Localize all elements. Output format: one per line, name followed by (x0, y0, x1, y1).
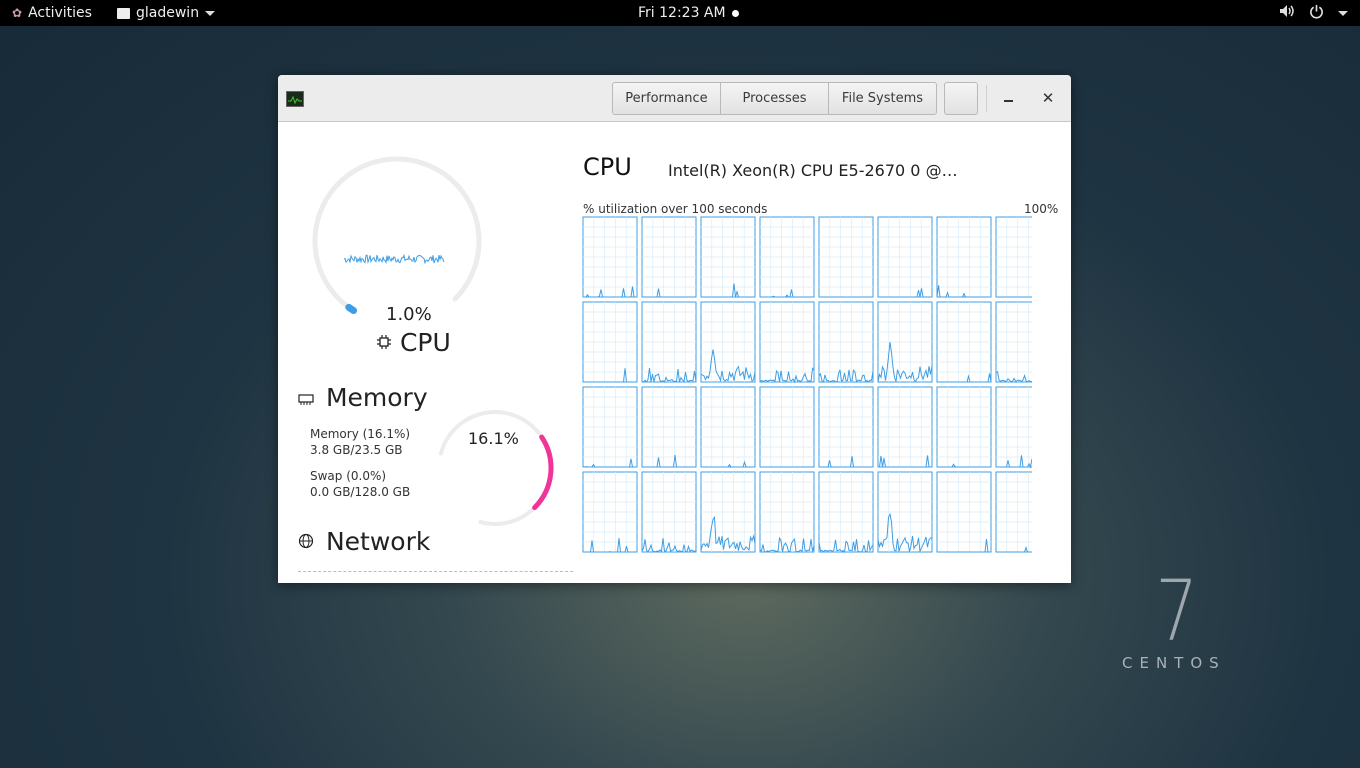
memory-usage-label: Memory (16.1%) (310, 427, 411, 441)
per-core-cpu-graphs (582, 216, 1032, 553)
close-button[interactable]: ✕ (1035, 85, 1061, 111)
memory-gauge-fill (532, 434, 554, 511)
core-graph (877, 216, 933, 298)
cpu-gauge-track (312, 156, 482, 314)
core-graph (818, 216, 874, 298)
memory-usage-value: 3.8 GB/23.5 GB (310, 443, 403, 457)
system-monitor-icon (286, 91, 304, 107)
cpu-section-title[interactable]: CPU (376, 328, 451, 357)
core-graph (995, 471, 1032, 553)
gnome-foot-icon: ✿ (12, 6, 23, 20)
view-switcher: Performance Processes File Systems (612, 82, 937, 115)
tab-performance[interactable]: Performance (612, 82, 721, 115)
core-graph (877, 301, 933, 383)
app-menu[interactable]: gladewin (117, 0, 216, 26)
header-bar: Performance Processes File Systems ✕ (278, 75, 1071, 122)
core-graph (641, 471, 697, 553)
utilization-caption: % utilization over 100 seconds (583, 202, 768, 216)
cpu-sparkline (343, 253, 445, 265)
core-graph (936, 301, 992, 383)
core-graph (700, 216, 756, 298)
core-graph (582, 301, 638, 383)
core-graph (877, 471, 933, 553)
core-graph (936, 216, 992, 298)
core-graph (877, 386, 933, 468)
system-monitor-window: Performance Processes File Systems ✕ 1.0… (278, 75, 1071, 583)
clock[interactable]: Fri 12:23 AM (638, 0, 739, 26)
power-icon (1309, 4, 1324, 23)
core-graph (700, 471, 756, 553)
section-divider (298, 571, 573, 572)
core-graph (818, 471, 874, 553)
chip-icon (376, 328, 400, 357)
system-menu[interactable] (1279, 0, 1348, 26)
network-section-title[interactable]: Network (298, 527, 431, 556)
core-graph (759, 471, 815, 553)
volume-icon (1279, 4, 1295, 22)
memory-section-title[interactable]: Memory (298, 383, 428, 412)
core-graph (995, 386, 1032, 469)
core-graph (641, 386, 697, 468)
menu-button[interactable] (944, 82, 978, 115)
close-icon: ✕ (1041, 89, 1055, 107)
cpu-gauge-fill (345, 303, 358, 315)
minimize-icon (1003, 100, 1013, 102)
globe-icon (298, 527, 326, 556)
top-bar: ✿ Activities gladewin Fri 12:23 AM (0, 0, 1360, 26)
core-graph (582, 386, 638, 468)
clock-label: Fri 12:23 AM (638, 5, 726, 21)
core-graph (641, 301, 697, 383)
memory-title-label: Memory (325, 383, 428, 412)
cpu-model-name: Intel(R) Xeon(R) CPU E5-2670 0 @… (668, 161, 958, 180)
tab-processes[interactable]: Processes (720, 82, 829, 115)
cpu-panel-heading: CPU (583, 153, 632, 181)
notification-dot-icon (731, 9, 739, 17)
core-graph (936, 386, 992, 468)
core-graph (641, 216, 697, 298)
app-icon (117, 7, 130, 19)
utilization-max: 100% (1024, 202, 1059, 216)
core-graph (759, 301, 815, 384)
core-graph (700, 301, 756, 383)
swap-usage-value: 0.0 GB/128.0 GB (310, 485, 411, 499)
core-graph (582, 216, 638, 298)
activities-label: Activities (28, 5, 92, 21)
app-menu-label: gladewin (136, 5, 200, 21)
core-graph (818, 386, 874, 468)
core-graph (818, 301, 874, 383)
chevron-down-icon (205, 10, 216, 16)
tab-file-systems[interactable]: File Systems (828, 82, 937, 115)
core-graph (759, 216, 815, 298)
chevron-down-icon (1338, 10, 1348, 16)
core-graph (582, 471, 638, 553)
swap-usage-label: Swap (0.0%) (310, 469, 387, 483)
centos-logo-number: 7 (1155, 562, 1199, 660)
core-graph (700, 386, 756, 468)
memory-icon (298, 383, 326, 412)
core-graph (936, 471, 992, 553)
network-title-label: Network (325, 527, 431, 556)
core-graph (995, 216, 1032, 298)
minimize-button[interactable] (995, 85, 1021, 111)
centos-logo-word: CENTOS (1122, 654, 1226, 672)
core-graph (995, 301, 1032, 383)
cpu-title-label: CPU (399, 328, 451, 357)
core-graph (759, 386, 815, 468)
cpu-percent: 1.0% (386, 304, 432, 325)
memory-percent: 16.1% (468, 429, 519, 448)
separator (986, 85, 987, 112)
activities-button[interactable]: ✿ Activities (12, 0, 92, 26)
